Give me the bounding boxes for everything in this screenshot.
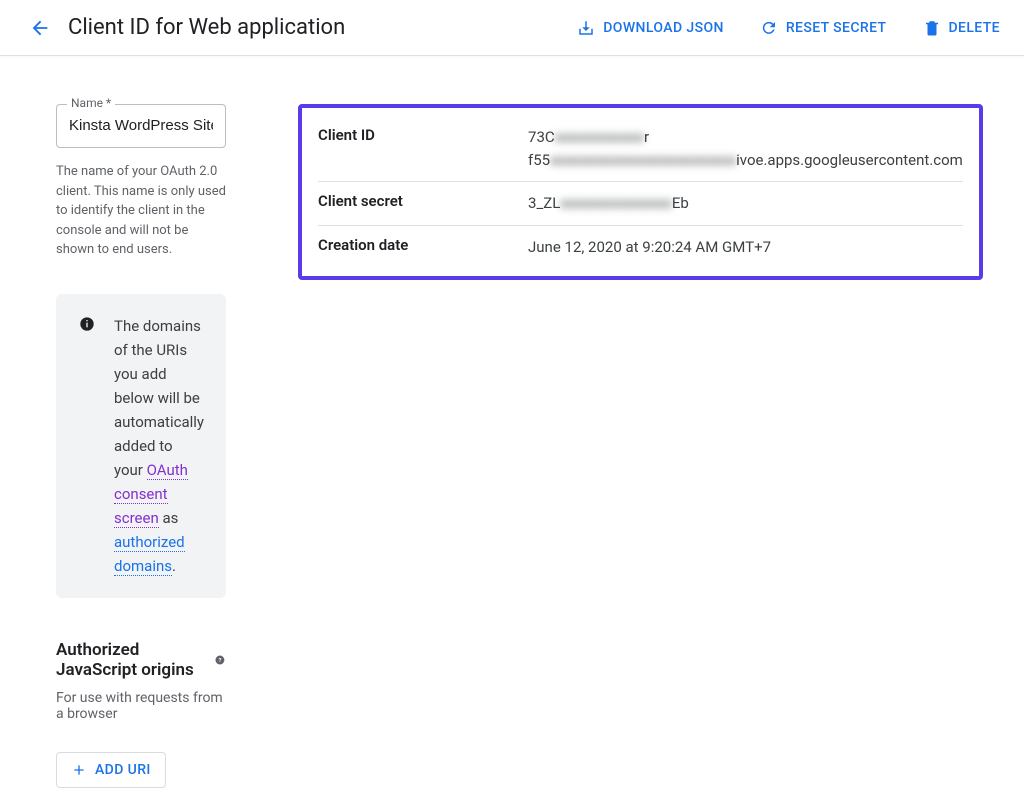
info-callout: The domains of the URIs you add below wi… bbox=[56, 294, 226, 598]
download-json-label: DOWNLOAD JSON bbox=[603, 20, 724, 36]
trash-icon bbox=[923, 19, 941, 37]
js-origins-subtext: For use with requests from a browser bbox=[56, 690, 226, 722]
credentials-panel: Client ID 73Cxxxxxxxxxxxxr f55xxxxxxxxxx… bbox=[298, 104, 983, 280]
name-label: Name * bbox=[67, 96, 115, 110]
js-origins-heading: Authorized JavaScript origins bbox=[56, 640, 204, 680]
client-id-row: Client ID 73Cxxxxxxxxxxxxr f55xxxxxxxxxx… bbox=[318, 116, 963, 181]
client-secret-label: Client secret bbox=[318, 192, 528, 210]
right-column: Client ID 73Cxxxxxxxxxxxxr f55xxxxxxxxxx… bbox=[298, 104, 983, 788]
client-id-value: 73Cxxxxxxxxxxxxr f55xxxxxxxxxxxxxxxxxxxx… bbox=[528, 126, 963, 171]
creation-date-label: Creation date bbox=[318, 236, 528, 254]
delete-button[interactable]: DELETE bbox=[923, 19, 1001, 37]
top-bar: Client ID for Web application DOWNLOAD J… bbox=[0, 0, 1024, 56]
add-uri-button[interactable]: ADD URI bbox=[56, 752, 166, 788]
reset-secret-label: RESET SECRET bbox=[786, 20, 887, 36]
arrow-left-icon bbox=[29, 17, 51, 39]
client-id-label: Client ID bbox=[318, 126, 528, 144]
download-json-button[interactable]: DOWNLOAD JSON bbox=[577, 19, 724, 37]
client-secret-value: 3_ZLxxxxxxxxxxxxxxxEb bbox=[528, 192, 963, 215]
name-field-container: Name * bbox=[56, 104, 226, 148]
svg-text:?: ? bbox=[219, 657, 222, 663]
download-icon bbox=[577, 19, 595, 37]
add-uri-label: ADD URI bbox=[95, 762, 151, 778]
left-column: Name * The name of your OAuth 2.0 client… bbox=[56, 104, 226, 788]
reset-secret-button[interactable]: RESET SECRET bbox=[760, 19, 887, 37]
js-origins-heading-row: Authorized JavaScript origins ? bbox=[56, 640, 226, 680]
name-helper-text: The name of your OAuth 2.0 client. This … bbox=[56, 162, 226, 260]
top-actions: DOWNLOAD JSON RESET SECRET DELETE bbox=[577, 19, 1000, 37]
info-text: The domains of the URIs you add below wi… bbox=[114, 314, 204, 578]
info-icon bbox=[78, 316, 96, 578]
plus-icon bbox=[71, 762, 87, 778]
help-icon[interactable]: ? bbox=[214, 651, 226, 669]
creation-date-row: Creation date June 12, 2020 at 9:20:24 A… bbox=[318, 225, 963, 269]
delete-label: DELETE bbox=[949, 20, 1001, 36]
page-title: Client ID for Web application bbox=[68, 15, 345, 40]
back-button[interactable] bbox=[24, 12, 56, 44]
refresh-icon bbox=[760, 19, 778, 37]
name-input[interactable] bbox=[69, 117, 213, 134]
client-secret-row: Client secret 3_ZLxxxxxxxxxxxxxxxEb bbox=[318, 181, 963, 225]
main-content: Name * The name of your OAuth 2.0 client… bbox=[0, 56, 1024, 788]
creation-date-value: June 12, 2020 at 9:20:24 AM GMT+7 bbox=[528, 236, 963, 259]
